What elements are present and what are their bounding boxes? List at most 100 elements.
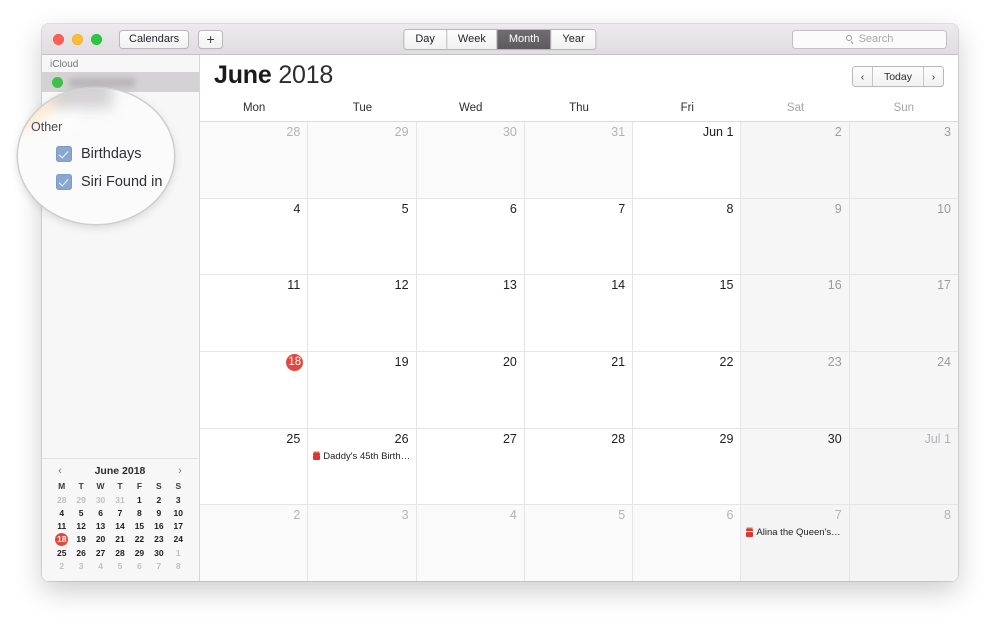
- tab-week[interactable]: Week: [446, 29, 498, 49]
- mini-day[interactable]: 2: [52, 561, 71, 572]
- day-cell[interactable]: 4: [200, 198, 309, 276]
- day-cell[interactable]: 3: [308, 505, 417, 581]
- mini-day[interactable]: 29: [130, 548, 149, 559]
- mini-day[interactable]: 8: [130, 508, 149, 519]
- day-cell-today[interactable]: 18: [200, 351, 309, 429]
- mini-prev-month-button[interactable]: ‹: [55, 465, 65, 477]
- zoom-window-button[interactable]: [91, 33, 102, 45]
- day-cell[interactable]: 16: [741, 275, 850, 352]
- tab-day[interactable]: Day: [404, 29, 447, 49]
- mini-next-month-button[interactable]: ›: [175, 465, 185, 477]
- mini-day[interactable]: 13: [91, 521, 110, 532]
- calendar-event[interactable]: Alina the Queen's…: [746, 527, 845, 538]
- mini-day[interactable]: 3: [71, 561, 90, 572]
- checkbox-checked-icon[interactable]: [56, 146, 72, 162]
- day-cell[interactable]: 6: [633, 505, 742, 581]
- day-cell[interactable]: 27: [416, 428, 525, 506]
- day-cell[interactable]: 11: [200, 275, 309, 352]
- search-field[interactable]: Search: [792, 29, 947, 49]
- mini-day-today[interactable]: 18: [52, 533, 71, 546]
- sidebar-item-birthdays[interactable]: Birthdays: [56, 146, 141, 162]
- mini-day[interactable]: 10: [169, 508, 188, 519]
- mini-day[interactable]: 22: [130, 534, 149, 546]
- day-cell[interactable]: 28: [524, 428, 634, 506]
- mini-day[interactable]: 8: [169, 561, 188, 572]
- day-cell[interactable]: 9: [741, 198, 850, 276]
- day-cell[interactable]: Jul 1: [849, 428, 958, 506]
- day-cell[interactable]: 12: [308, 275, 417, 352]
- day-cell[interactable]: 13: [416, 275, 525, 352]
- mini-day[interactable]: 11: [52, 521, 71, 532]
- day-cell[interactable]: 25: [200, 428, 309, 506]
- mini-day[interactable]: 19: [71, 534, 90, 546]
- mini-day[interactable]: 4: [52, 508, 71, 519]
- day-cell[interactable]: 29: [308, 122, 417, 199]
- mini-day[interactable]: 7: [149, 561, 168, 572]
- day-cell[interactable]: 2: [200, 505, 309, 581]
- day-cell[interactable]: 8: [633, 198, 742, 276]
- mini-day[interactable]: 29: [71, 495, 90, 506]
- mini-day[interactable]: 28: [110, 548, 129, 559]
- day-cell[interactable]: 22: [633, 351, 742, 429]
- day-cell[interactable]: 14: [524, 275, 634, 352]
- day-cell[interactable]: 30: [741, 428, 850, 506]
- day-cell[interactable]: 8: [849, 505, 958, 581]
- checkbox-checked-icon[interactable]: [56, 174, 72, 190]
- today-navigation[interactable]: ‹ Today ›: [851, 66, 944, 87]
- day-cell[interactable]: 4: [416, 505, 525, 581]
- view-segmented-control[interactable]: Day Week Month Year: [403, 28, 597, 50]
- mini-day[interactable]: 4: [91, 561, 110, 572]
- day-cell[interactable]: 28: [200, 122, 309, 199]
- day-cell[interactable]: 26 Daddy's 45th Birth…: [308, 428, 417, 506]
- mini-day[interactable]: 5: [71, 508, 90, 519]
- mini-day[interactable]: 17: [169, 521, 188, 532]
- mini-day[interactable]: 25: [52, 548, 71, 559]
- mini-day[interactable]: 2: [149, 495, 168, 506]
- mini-day[interactable]: 1: [130, 495, 149, 506]
- mini-day[interactable]: 16: [149, 521, 168, 532]
- day-cell[interactable]: 23: [741, 351, 850, 429]
- mini-day[interactable]: 26: [71, 548, 90, 559]
- mini-day[interactable]: 5: [110, 561, 129, 572]
- day-cell[interactable]: 31: [524, 122, 634, 199]
- tab-month[interactable]: Month: [497, 29, 552, 49]
- mini-day[interactable]: 24: [169, 534, 188, 546]
- day-cell[interactable]: 21: [524, 351, 634, 429]
- today-button[interactable]: Today: [872, 67, 924, 86]
- mini-day[interactable]: 6: [91, 508, 110, 519]
- mini-day[interactable]: 7: [110, 508, 129, 519]
- mini-day[interactable]: 1: [169, 548, 188, 559]
- day-cell[interactable]: 20: [416, 351, 525, 429]
- mini-day[interactable]: 6: [130, 561, 149, 572]
- day-cell[interactable]: 5: [524, 505, 634, 581]
- day-cell[interactable]: 29: [633, 428, 742, 506]
- day-cell[interactable]: 24: [849, 351, 958, 429]
- day-cell[interactable]: 15: [633, 275, 742, 352]
- mini-day[interactable]: 15: [130, 521, 149, 532]
- day-cell[interactable]: Jun 1: [633, 122, 742, 199]
- mini-day[interactable]: 12: [71, 521, 90, 532]
- mini-day[interactable]: 31: [110, 495, 129, 506]
- calendar-event[interactable]: Daddy's 45th Birth…: [313, 451, 412, 462]
- mini-day[interactable]: 14: [110, 521, 129, 532]
- day-cell[interactable]: 10: [849, 198, 958, 276]
- calendars-button[interactable]: Calendars: [119, 29, 190, 49]
- mini-day[interactable]: 20: [91, 534, 110, 546]
- day-cell[interactable]: 17: [849, 275, 958, 352]
- day-cell[interactable]: 7 Alina the Queen's…: [741, 505, 850, 581]
- mini-day[interactable]: 3: [169, 495, 188, 506]
- close-window-button[interactable]: [53, 33, 64, 45]
- day-cell[interactable]: 2: [741, 122, 850, 199]
- day-cell[interactable]: 5: [308, 198, 417, 276]
- mini-day[interactable]: 9: [149, 508, 168, 519]
- day-cell[interactable]: 6: [416, 198, 525, 276]
- next-month-button[interactable]: ›: [924, 67, 943, 86]
- mini-day[interactable]: 23: [149, 534, 168, 546]
- mini-day[interactable]: 30: [91, 495, 110, 506]
- add-event-button[interactable]: +: [198, 29, 224, 49]
- previous-month-button[interactable]: ‹: [852, 67, 873, 86]
- mini-day[interactable]: 21: [110, 534, 129, 546]
- mini-day[interactable]: 30: [149, 548, 168, 559]
- minimize-window-button[interactable]: [72, 33, 83, 45]
- tab-year[interactable]: Year: [551, 29, 596, 49]
